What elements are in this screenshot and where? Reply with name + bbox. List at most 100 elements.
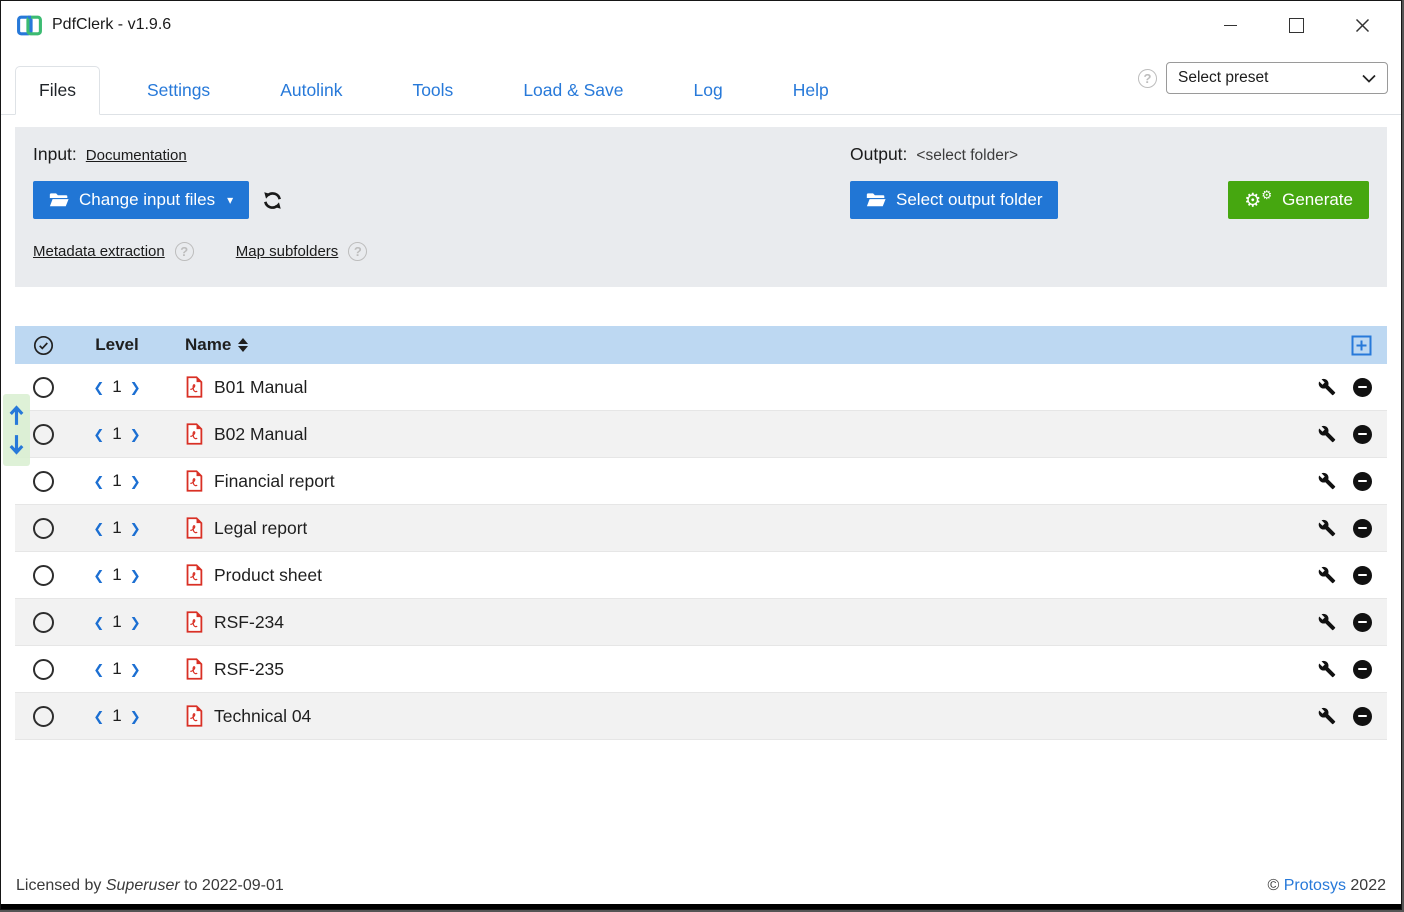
remove-row-button[interactable] [1353, 660, 1372, 679]
preset-select[interactable]: Select preset [1166, 62, 1388, 94]
pdf-file-icon [185, 470, 203, 492]
refresh-input-button[interactable] [262, 190, 283, 211]
remove-row-button[interactable] [1353, 425, 1372, 444]
remove-row-button[interactable] [1353, 472, 1372, 491]
row-radio[interactable] [33, 565, 54, 586]
chevron-down-icon [1362, 74, 1376, 83]
row-settings-button[interactable] [1318, 425, 1336, 443]
minimize-button[interactable] [1197, 1, 1263, 49]
move-down-icon[interactable] [8, 433, 25, 456]
tab[interactable]: Tools [389, 67, 476, 114]
io-panel: Input: Documentation Change input files … [15, 127, 1387, 287]
tab[interactable]: Log [671, 67, 746, 114]
tab-bar: Files Settings Autolink Tools Load & Sav… [1, 49, 1401, 115]
pdf-file-icon [185, 705, 203, 727]
wrench-icon [1318, 472, 1336, 490]
row-radio[interactable] [33, 424, 54, 445]
pdf-file-icon [185, 658, 203, 680]
level-column-header: Level [95, 335, 138, 355]
remove-row-button[interactable] [1353, 519, 1372, 538]
table-header: Level Name [15, 326, 1387, 364]
window-controls [1197, 1, 1395, 49]
wrench-icon [1318, 519, 1336, 537]
table-row: ❮ 1 ❯ Legal report [15, 505, 1387, 552]
move-up-icon[interactable] [8, 404, 25, 427]
select-output-folder-button[interactable]: Select output folder [850, 181, 1058, 219]
level-increase-icon[interactable]: ❯ [130, 710, 141, 723]
change-input-files-button[interactable]: Change input files ▾ [33, 181, 249, 219]
output-section: Output: <select folder> Select output fo… [850, 144, 1369, 261]
folder-open-icon [866, 192, 886, 208]
generate-label: Generate [1282, 190, 1353, 210]
level-increase-icon[interactable]: ❯ [130, 428, 141, 441]
remove-row-button[interactable] [1353, 378, 1372, 397]
level-increase-icon[interactable]: ❯ [130, 616, 141, 629]
preset-select-value: Select preset [1178, 69, 1268, 87]
window-title: PdfClerk - v1.9.6 [52, 16, 171, 34]
row-radio[interactable] [33, 471, 54, 492]
metadata-help-icon[interactable]: ? [175, 242, 194, 261]
row-settings-button[interactable] [1318, 472, 1336, 490]
copyright-text: © Protosys 2022 [1267, 877, 1386, 895]
row-radio[interactable] [33, 518, 54, 539]
remove-row-button[interactable] [1353, 566, 1372, 585]
level-decrease-icon[interactable]: ❮ [93, 616, 104, 629]
row-radio[interactable] [33, 377, 54, 398]
company-link[interactable]: Protosys [1284, 877, 1346, 894]
folder-open-icon [49, 192, 69, 208]
row-settings-button[interactable] [1318, 613, 1336, 631]
level-increase-icon[interactable]: ❯ [130, 475, 141, 488]
row-settings-button[interactable] [1318, 378, 1336, 396]
add-file-button[interactable] [1351, 335, 1372, 356]
row-radio[interactable] [33, 612, 54, 633]
level-decrease-icon[interactable]: ❮ [93, 522, 104, 535]
level-decrease-icon[interactable]: ❮ [93, 381, 104, 394]
footer: Licensed by Superuser to 2022-09-01 © Pr… [1, 877, 1401, 904]
close-button[interactable] [1329, 1, 1395, 49]
map-subfolders-link[interactable]: Map subfolders [236, 243, 339, 260]
level-decrease-icon[interactable]: ❮ [93, 569, 104, 582]
row-settings-button[interactable] [1318, 519, 1336, 537]
name-column-header[interactable]: Name [185, 335, 248, 355]
metadata-extraction-link[interactable]: Metadata extraction [33, 243, 165, 260]
file-name: Technical 04 [214, 706, 311, 727]
remove-row-button[interactable] [1353, 707, 1372, 726]
level-decrease-icon[interactable]: ❮ [93, 663, 104, 676]
wrench-icon [1318, 660, 1336, 678]
row-settings-button[interactable] [1318, 660, 1336, 678]
level-increase-icon[interactable]: ❯ [130, 569, 141, 582]
select-all-icon[interactable] [33, 335, 54, 356]
table-row: ❮ 1 ❯ B02 Manual [15, 411, 1387, 458]
tab[interactable]: Files [15, 66, 100, 115]
level-increase-icon[interactable]: ❯ [130, 663, 141, 676]
tab[interactable]: Settings [124, 67, 233, 114]
move-row-controls [3, 394, 30, 466]
tab[interactable]: Autolink [257, 67, 365, 114]
level-increase-icon[interactable]: ❯ [130, 381, 141, 394]
maximize-button[interactable] [1263, 1, 1329, 49]
row-radio[interactable] [33, 706, 54, 727]
preset-help-icon[interactable]: ? [1138, 69, 1157, 88]
tab-label: Autolink [280, 80, 342, 100]
tab-label: Log [694, 80, 723, 100]
tab-label: Load & Save [523, 80, 623, 100]
minus-icon [1358, 621, 1367, 624]
row-radio[interactable] [33, 659, 54, 680]
generate-button[interactable]: ⚙⚙ Generate [1228, 181, 1369, 219]
row-settings-button[interactable] [1318, 566, 1336, 584]
level-value: 1 [112, 612, 121, 632]
table-row: ❮ 1 ❯ Technical 04 [15, 693, 1387, 740]
tab[interactable]: Help [770, 67, 852, 114]
level-increase-icon[interactable]: ❯ [130, 522, 141, 535]
remove-row-button[interactable] [1353, 613, 1372, 632]
add-file-icon [1351, 335, 1372, 356]
map-subfolders-help-icon[interactable]: ? [348, 242, 367, 261]
row-settings-button[interactable] [1318, 707, 1336, 725]
level-decrease-icon[interactable]: ❮ [93, 428, 104, 441]
level-value: 1 [112, 424, 121, 444]
level-decrease-icon[interactable]: ❮ [93, 475, 104, 488]
level-decrease-icon[interactable]: ❮ [93, 710, 104, 723]
tab[interactable]: Load & Save [500, 67, 646, 114]
app-logo-icon [16, 12, 43, 39]
input-folder-link[interactable]: Documentation [86, 147, 187, 164]
